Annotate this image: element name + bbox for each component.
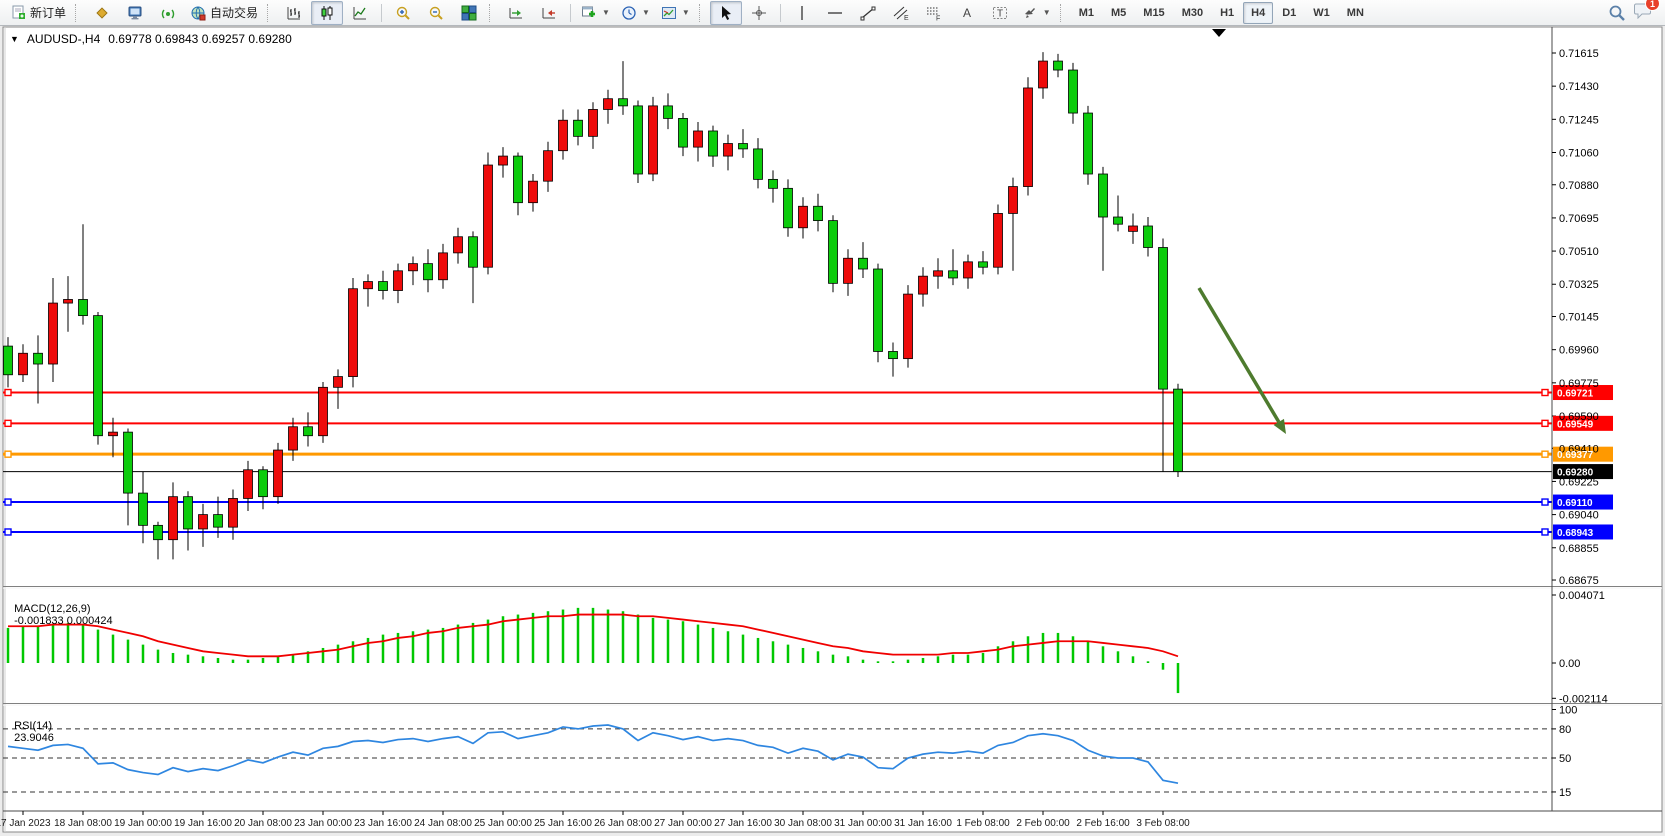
svg-text:0.70695: 0.70695 (1559, 213, 1599, 225)
svg-text:0.68943: 0.68943 (1557, 528, 1594, 539)
svg-text:0.004071: 0.004071 (1559, 590, 1605, 602)
svg-text:80: 80 (1559, 724, 1571, 736)
rsi-value: 23.9046 (14, 732, 54, 744)
svg-text:0.69377: 0.69377 (1557, 450, 1594, 461)
svg-text:26 Jan 08:00: 26 Jan 08:00 (594, 818, 652, 829)
svg-text:0.68675: 0.68675 (1559, 575, 1599, 587)
svg-text:2 Feb 00:00: 2 Feb 00:00 (1016, 818, 1070, 829)
svg-text:100: 100 (1559, 705, 1577, 717)
svg-text:27 Jan 00:00: 27 Jan 00:00 (654, 818, 712, 829)
svg-text:0.70325: 0.70325 (1559, 279, 1599, 291)
symbol-title: AUDUSD-,H4 (27, 32, 100, 46)
chart-window (3, 27, 1662, 832)
rsi-indicator-label: RSI(14) 23.9046 (8, 708, 54, 744)
svg-text:0.00: 0.00 (1559, 658, 1580, 670)
svg-text:23 Jan 00:00: 23 Jan 00:00 (294, 818, 352, 829)
svg-text:17 Jan 2023: 17 Jan 2023 (0, 818, 51, 829)
svg-text:31 Jan 16:00: 31 Jan 16:00 (894, 818, 952, 829)
svg-text:24 Jan 08:00: 24 Jan 08:00 (414, 818, 472, 829)
window-menu-icon[interactable]: ▼ (10, 34, 19, 44)
ohlc-values: 0.69778 0.69843 0.69257 0.69280 (108, 32, 292, 46)
svg-text:27 Jan 16:00: 27 Jan 16:00 (714, 818, 772, 829)
svg-text:18 Jan 08:00: 18 Jan 08:00 (54, 818, 112, 829)
macd-values: -0.001833 0.000424 (14, 615, 112, 627)
svg-text:0.70145: 0.70145 (1559, 312, 1599, 324)
macd-indicator-label: MACD(12,26,9) -0.001833 0.000424 (8, 591, 113, 627)
svg-text:0.70880: 0.70880 (1559, 180, 1599, 192)
svg-text:2 Feb 16:00: 2 Feb 16:00 (1076, 818, 1130, 829)
svg-text:0.71430: 0.71430 (1559, 81, 1599, 93)
svg-text:0.69549: 0.69549 (1557, 419, 1594, 430)
chart-title-bar: ▼ AUDUSD-,H4 0.69778 0.69843 0.69257 0.6… (10, 32, 292, 46)
svg-text:-0.002114: -0.002114 (1559, 693, 1608, 705)
svg-text:0.68855: 0.68855 (1559, 543, 1599, 555)
svg-text:23 Jan 16:00: 23 Jan 16:00 (354, 818, 412, 829)
svg-text:0.69280: 0.69280 (1557, 468, 1594, 479)
svg-text:1 Feb 08:00: 1 Feb 08:00 (956, 818, 1010, 829)
svg-text:0.71615: 0.71615 (1559, 48, 1599, 60)
svg-text:0.70510: 0.70510 (1559, 246, 1599, 258)
svg-text:19 Jan 00:00: 19 Jan 00:00 (114, 818, 172, 829)
svg-text:0.71245: 0.71245 (1559, 114, 1599, 126)
svg-text:15: 15 (1559, 787, 1571, 799)
svg-text:30 Jan 08:00: 30 Jan 08:00 (774, 818, 832, 829)
svg-text:31 Jan 00:00: 31 Jan 00:00 (834, 818, 892, 829)
svg-text:19 Jan 16:00: 19 Jan 16:00 (174, 818, 232, 829)
svg-text:0.69110: 0.69110 (1557, 498, 1593, 509)
svg-text:20 Jan 08:00: 20 Jan 08:00 (234, 818, 292, 829)
rsi-name: RSI(14) (14, 720, 52, 732)
svg-text:25 Jan 16:00: 25 Jan 16:00 (534, 818, 592, 829)
svg-text:0.69040: 0.69040 (1559, 510, 1599, 522)
svg-text:0.71060: 0.71060 (1559, 147, 1599, 159)
svg-text:0.69960: 0.69960 (1559, 345, 1599, 357)
svg-text:3 Feb 08:00: 3 Feb 08:00 (1136, 818, 1190, 829)
chart-canvas[interactable]: 0.71615 0.71430 0.71245 0.71060 0.70880 0.706… (0, 0, 1665, 836)
svg-text:50: 50 (1559, 753, 1571, 765)
macd-name: MACD(12,26,9) (14, 603, 90, 615)
svg-text:25 Jan 00:00: 25 Jan 00:00 (474, 818, 532, 829)
svg-text:0.69721: 0.69721 (1557, 389, 1594, 400)
